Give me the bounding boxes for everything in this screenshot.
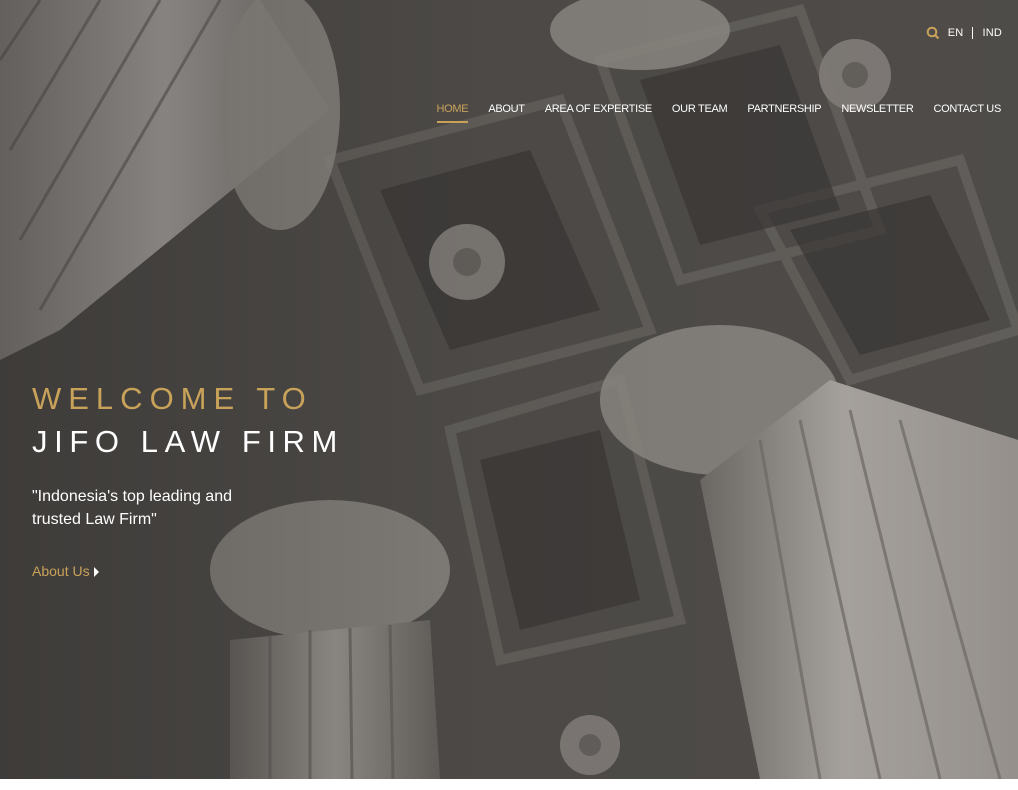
about-us-link[interactable]: About Us [32,563,99,579]
hero-tagline: "Indonesia's top leading and trusted Law… [32,488,232,528]
lang-en-link[interactable]: EN [948,27,964,39]
about-us-label: About Us [32,563,90,579]
caret-right-icon [93,566,99,577]
page-bottom-strip [0,779,1018,790]
hero-welcome-heading: WELCOME TO [32,381,313,416]
lang-divider [972,27,974,39]
nav-item-partnership[interactable]: PARTNERSHIP [747,103,821,121]
hero-firm-name: JIFO LAW FIRM [32,424,344,459]
nav-item-our-team[interactable]: OUR TEAM [672,103,728,121]
search-icon[interactable] [924,24,942,42]
nav-item-contact-us[interactable]: CONTACT US [934,103,1002,121]
main-nav: HOME ABOUT AREA OF EXPERTISE OUR TEAM PA… [436,103,1002,123]
nav-item-area-of-expertise[interactable]: AREA OF EXPERTISE [545,103,652,121]
hero-section: EN IND HOME ABOUT AREA OF EXPERTISE OUR … [0,0,1018,779]
nav-item-about[interactable]: ABOUT [488,103,525,121]
lang-ind-link[interactable]: IND [982,27,1002,39]
top-utility-bar: EN IND [924,24,1002,42]
nav-item-newsletter[interactable]: NEWSLETTER [841,103,913,121]
nav-item-home[interactable]: HOME [436,103,469,123]
